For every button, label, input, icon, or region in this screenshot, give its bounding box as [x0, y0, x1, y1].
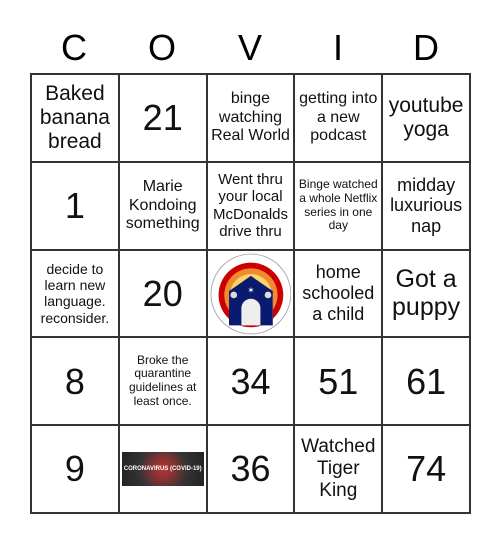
bingo-cell[interactable]: Binge watched a whole Netflix series in … — [294, 161, 383, 250]
bingo-cell[interactable]: Went thru your local McDonalds drive thr… — [206, 161, 295, 250]
bingo-cell[interactable]: binge watching Real World — [206, 74, 295, 162]
header-letter: O — [147, 27, 176, 68]
bingo-cell[interactable]: 51 — [294, 337, 383, 426]
coronavirus-image-cell[interactable]: CORONAVIRUS (COVID-19) — [118, 425, 207, 513]
house-rainbow-star-logo-icon: ✶ — [210, 253, 291, 334]
header-letter: I — [332, 27, 343, 68]
bingo-header: C O V I D — [30, 26, 470, 70]
bingo-cell[interactable]: 9 — [31, 425, 119, 513]
bingo-cell[interactable]: 34 — [206, 337, 295, 426]
free-space-cell[interactable]: ✶ — [206, 249, 295, 338]
header-letter: D — [413, 27, 439, 68]
bingo-cell[interactable]: Baked banana bread — [31, 74, 119, 162]
bingo-cell[interactable]: getting into a new podcast — [294, 74, 383, 162]
bingo-cell[interactable]: Broke the quarantine guidelines at least… — [118, 337, 207, 426]
bingo-cell[interactable]: 1 — [31, 161, 119, 250]
bingo-cell[interactable]: 8 — [31, 337, 119, 426]
header-letter: C — [61, 27, 87, 68]
header-letter: V — [237, 27, 262, 68]
bingo-cell[interactable]: 21 — [118, 74, 207, 162]
coronavirus-image: CORONAVIRUS (COVID-19) — [121, 452, 204, 487]
bingo-cell[interactable]: 20 — [118, 249, 207, 338]
bingo-cell[interactable]: Watched Tiger King — [294, 425, 383, 513]
bingo-cell[interactable]: Marie Kondoing something — [118, 161, 207, 250]
bingo-cell[interactable]: home schooled a child — [294, 249, 383, 338]
image-caption: CORONAVIRUS (COVID-19) — [123, 465, 202, 472]
bingo-cell[interactable]: decide to learn new language. reconsider… — [31, 249, 119, 338]
bingo-cell[interactable]: 61 — [382, 337, 470, 426]
bingo-cell[interactable]: midday luxurious nap — [382, 161, 470, 250]
bingo-cell[interactable]: Got a puppy — [382, 249, 470, 338]
svg-text:✶: ✶ — [247, 285, 254, 295]
bingo-cell[interactable]: youtube yoga — [382, 74, 470, 162]
bingo-grid: Baked banana bread 21 binge watching Rea… — [30, 73, 471, 514]
bingo-cell[interactable]: 74 — [382, 425, 470, 513]
bingo-cell[interactable]: 36 — [206, 425, 295, 513]
